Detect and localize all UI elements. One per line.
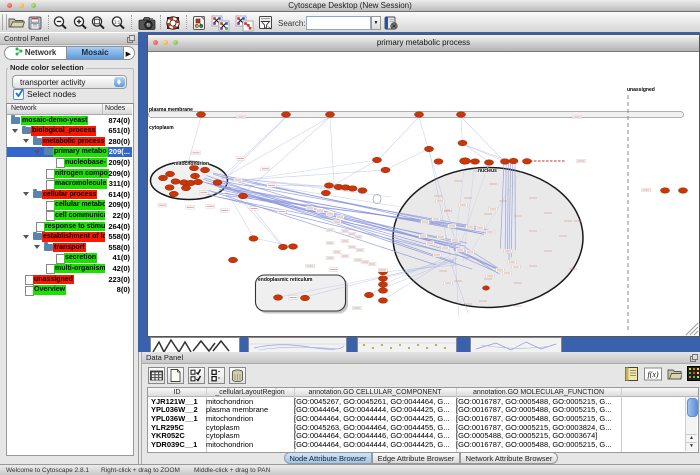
svg-text:cytoplasm: cytoplasm bbox=[149, 125, 174, 131]
svg-text:unassigned: unassigned bbox=[627, 87, 655, 93]
svg-text:plasma membrane: plasma membrane bbox=[149, 107, 193, 113]
svg-text:endoplasmic reticulum: endoplasmic reticulum bbox=[258, 277, 313, 283]
svg-text:mitochondrion: mitochondrion bbox=[174, 161, 209, 167]
svg-text:1:1: 1:1 bbox=[114, 19, 121, 24]
svg-text:nucleus: nucleus bbox=[478, 168, 497, 174]
svg-text:f(x): f(x) bbox=[647, 370, 658, 379]
